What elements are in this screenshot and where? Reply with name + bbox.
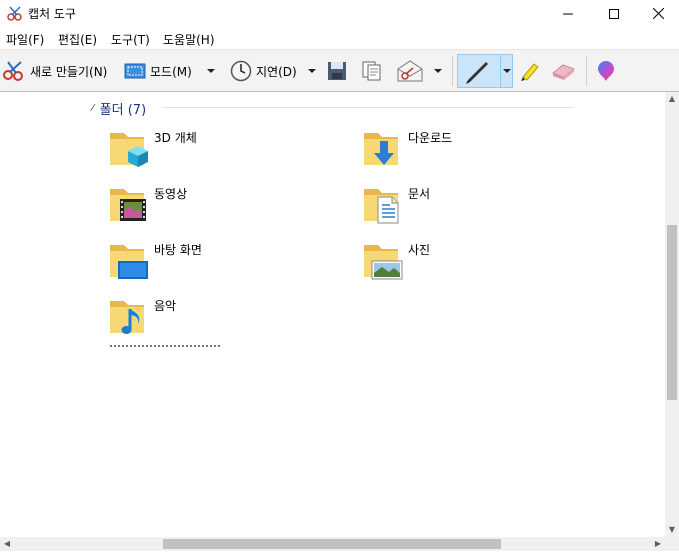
folder-item-documents[interactable]: 문서 [362, 181, 582, 229]
mode-dropdown-arrow[interactable] [207, 55, 215, 87]
pen-icon [466, 62, 488, 84]
new-snip-label: 새로 만들기(N) [30, 64, 108, 79]
delay-dropdown-arrow[interactable] [308, 55, 316, 87]
chevron-down-icon: ▼ [668, 525, 676, 534]
folder-name: 음악 [154, 299, 177, 313]
menu-tools[interactable]: 도구(T) [111, 31, 150, 48]
folder-item-downloads[interactable]: 다운로드 [362, 125, 582, 173]
folder-item-videos[interactable]: 동영상 [108, 181, 328, 229]
pictures-folder-icon [364, 245, 403, 280]
chevron-up-icon: ▲ [668, 94, 676, 103]
folder-name: 문서 [408, 187, 431, 201]
vertical-scroll-thumb[interactable] [667, 225, 677, 400]
3d-objects-folder-icon [110, 133, 148, 167]
mode-button[interactable]: 모드(M) [124, 55, 192, 87]
folders-group-header[interactable]: ⁄ 폴더 (7) [92, 99, 146, 118]
toolbar-separator [452, 56, 453, 86]
pen-dropdown-arrow[interactable] [500, 55, 513, 87]
paint3d-icon [598, 61, 614, 81]
delay-button[interactable]: 지연(D) [230, 55, 297, 87]
menu-bar: 파일(F) 편집(E) 도구(T) 도움말(H) [0, 27, 679, 49]
edit-with-paint3d-button[interactable] [596, 55, 616, 87]
clock-icon [230, 60, 252, 82]
minimize-button[interactable] [545, 0, 591, 27]
chevron-down-icon [503, 69, 511, 73]
scissors-icon [3, 61, 23, 81]
folders-group-title: 폴더 (7) [99, 103, 147, 118]
folder-item-desktop[interactable]: 바탕 화면 [108, 237, 328, 285]
scroll-up-button[interactable]: ▲ [665, 92, 679, 106]
menu-help[interactable]: 도움말(H) [163, 31, 215, 48]
title-bar: 캡처 도구 [0, 0, 679, 27]
toolbar-separator [586, 56, 587, 86]
copy-icon [362, 61, 381, 81]
downloads-folder-icon [364, 133, 398, 165]
save-button[interactable] [327, 55, 347, 87]
folder-item-3d-objects[interactable]: 3D 개체 [108, 125, 328, 173]
folder-item-music[interactable]: 음악 [108, 293, 328, 341]
desktop-folder-icon [110, 245, 148, 279]
window-title: 캡처 도구 [28, 7, 76, 21]
maximize-icon [609, 8, 619, 19]
chevron-left-icon: ◀ [3, 539, 11, 548]
documents-folder-icon [364, 189, 399, 224]
horizontal-scrollbar[interactable]: ◀ ▶ [0, 537, 665, 551]
horizontal-scroll-thumb[interactable] [163, 539, 501, 549]
scroll-down-button[interactable]: ▼ [665, 523, 679, 537]
folder-name: 바탕 화면 [154, 243, 202, 257]
new-snip-button[interactable]: 새로 만들기(N) [2, 55, 107, 87]
close-icon [652, 8, 664, 19]
chevron-down-icon [308, 69, 316, 73]
folder-name: 사진 [408, 243, 431, 257]
envelope-icon [397, 60, 423, 82]
scroll-left-button[interactable]: ◀ [0, 537, 14, 551]
eraser-button[interactable] [550, 55, 576, 87]
folder-name: 다운로드 [408, 131, 453, 145]
maximize-button[interactable] [591, 0, 637, 27]
folder-name: 동영상 [154, 187, 188, 201]
folder-name: 3D 개체 [154, 131, 197, 145]
copy-button[interactable] [361, 55, 383, 87]
send-dropdown-arrow[interactable] [434, 55, 442, 87]
menu-edit[interactable]: 편집(E) [58, 31, 97, 48]
group-divider [162, 107, 573, 108]
eraser-icon [551, 64, 576, 80]
highlighter-icon [521, 63, 539, 81]
chevron-down-icon [207, 69, 215, 73]
menu-file[interactable]: 파일(F) [6, 31, 44, 48]
scrollbar-corner [665, 537, 679, 551]
videos-folder-icon [110, 189, 146, 221]
snipping-tool-app-icon [7, 6, 22, 21]
cut-off-content [110, 345, 220, 348]
chevron-down-icon [434, 69, 442, 73]
collapse-chevron-icon: ⁄ [92, 103, 94, 114]
mode-label: 모드(M) [150, 64, 192, 79]
folder-item-pictures[interactable]: 사진 [362, 237, 582, 285]
send-snip-button[interactable] [396, 55, 424, 87]
close-button[interactable] [637, 0, 679, 27]
floppy-disk-icon [328, 62, 346, 80]
toolbar: 새로 만들기(N) 모드(M) 지연(D) [0, 49, 679, 92]
scroll-right-button[interactable]: ▶ [651, 537, 665, 551]
pen-button[interactable] [457, 54, 513, 88]
minimize-icon [563, 13, 573, 14]
highlighter-button[interactable] [517, 55, 541, 87]
music-folder-icon [110, 301, 144, 334]
vertical-scrollbar[interactable]: ▲ ▼ [665, 92, 679, 537]
chevron-right-icon: ▶ [654, 539, 662, 548]
rectangle-mode-icon [124, 63, 146, 79]
delay-label: 지연(D) [256, 64, 297, 79]
